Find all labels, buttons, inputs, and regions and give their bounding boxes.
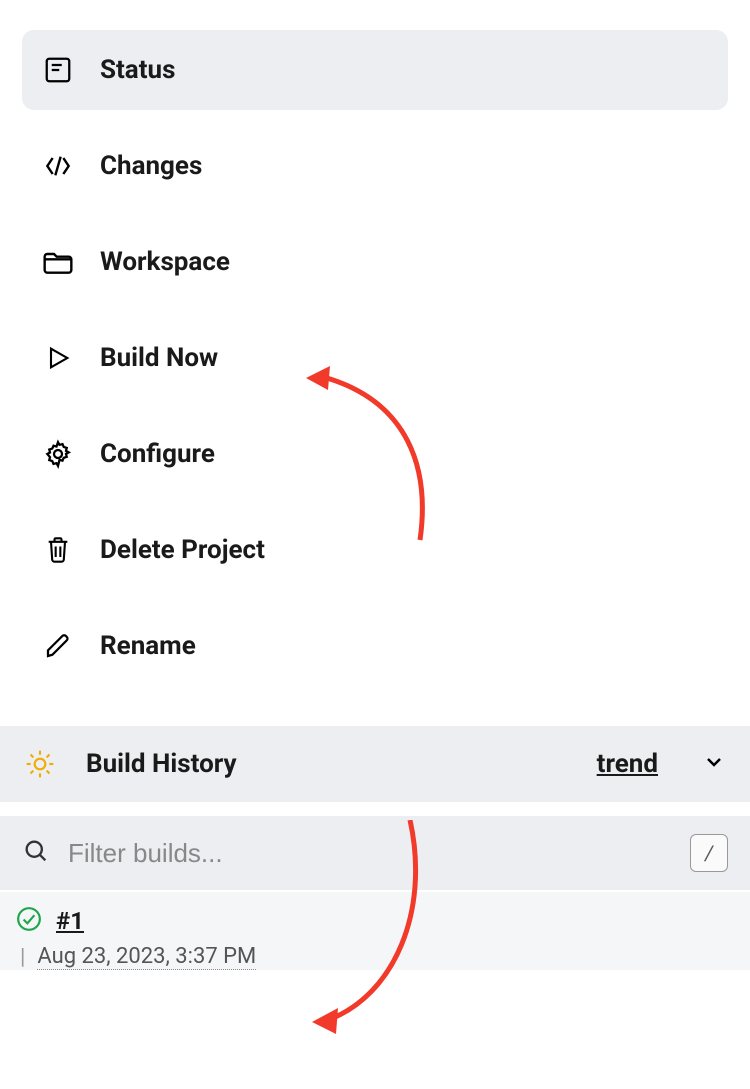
status-icon [42,54,74,86]
filter-builds-bar: / [0,816,750,890]
sidebar-item-label: Rename [100,631,196,661]
sidebar-item-label: Build Now [100,343,218,373]
sidebar-item-changes[interactable]: Changes [22,126,728,206]
chevron-down-icon[interactable] [702,750,726,778]
sidebar-item-label: Changes [100,151,202,181]
sidebar-item-label: Status [100,55,175,85]
sidebar-item-label: Delete Project [100,535,265,565]
sun-icon [24,748,56,780]
sidebar-item-status[interactable]: Status [22,30,728,110]
sidebar-item-label: Workspace [100,247,230,277]
delete-icon [42,534,74,566]
build-history-section: Build History trend / #1 [0,726,750,970]
sidebar-nav: Status Changes Workspace Build Now [0,0,750,686]
success-icon [16,906,42,936]
build-history-header: Build History trend [0,726,750,802]
rename-icon [42,630,74,662]
build-history-title: Build History [86,749,567,779]
build-now-icon [42,342,74,374]
sidebar-item-workspace[interactable]: Workspace [22,222,728,302]
configure-icon [42,438,74,470]
sidebar-item-configure[interactable]: Configure [22,414,728,494]
trend-link[interactable]: trend [597,749,658,779]
build-entry[interactable]: #1 | Aug 23, 2023, 3:37 PM [0,892,750,970]
sidebar-item-rename[interactable]: Rename [22,606,728,686]
shortcut-hint: / [690,834,728,872]
workspace-icon [42,246,74,278]
sidebar-item-label: Configure [100,439,215,469]
sidebar-item-build-now[interactable]: Build Now [22,318,728,398]
build-timestamp[interactable]: Aug 23, 2023, 3:37 PM [37,944,256,970]
filter-builds-input[interactable] [68,838,672,869]
search-icon [22,837,50,869]
sidebar-item-delete-project[interactable]: Delete Project [22,510,728,590]
build-id-link[interactable]: #1 [56,907,84,935]
pipe-separator: | [20,945,25,970]
changes-icon [42,150,74,182]
